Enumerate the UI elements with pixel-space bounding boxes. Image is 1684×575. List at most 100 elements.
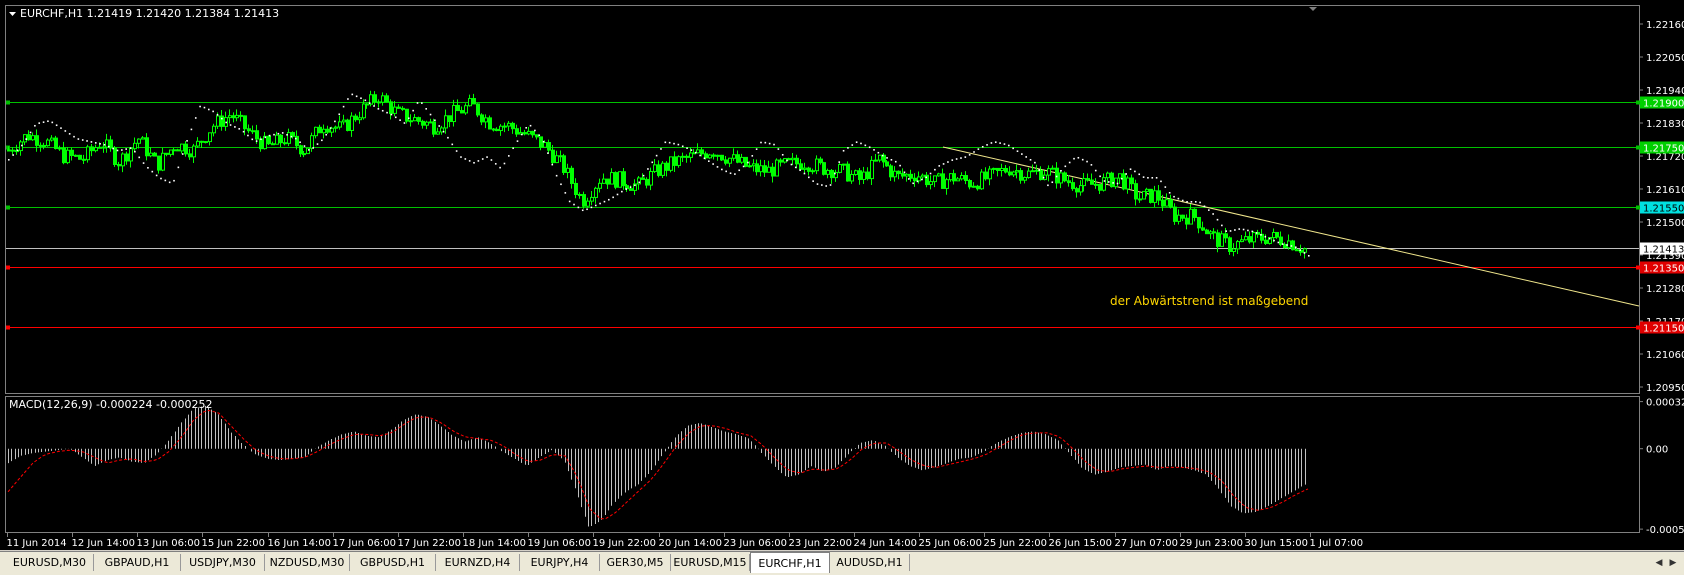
candle-body [1224, 233, 1228, 239]
sar-dot [1277, 241, 1280, 244]
sar-dot [108, 145, 110, 148]
price-level-label: 1.21900 [1643, 99, 1684, 110]
candle-body [791, 157, 795, 161]
candle-body [728, 157, 732, 164]
tab-usdjpy-m30[interactable]: USDJPY,M30 [181, 554, 265, 571]
candle-body [137, 138, 141, 144]
time-tick-label: 24 Jun 14:00 [854, 538, 918, 549]
sar-dot [47, 120, 49, 123]
candle-body [255, 130, 259, 140]
sar-dot [642, 174, 645, 177]
candle-body [464, 105, 468, 114]
scroll-marker-icon[interactable] [1309, 7, 1317, 11]
sar-dot [1116, 182, 1119, 185]
sar-dot [999, 142, 1001, 144]
candle-body [54, 137, 58, 150]
chart-area[interactable]: 1.22160 1.22050 1.21940 1.21830 1.21720 1.216… [0, 0, 1684, 550]
sar-dot [468, 160, 471, 162]
candle-body [1063, 172, 1067, 182]
tab-eurusd-m30[interactable]: EURUSD,M30 [6, 554, 94, 571]
candle-body [653, 164, 657, 173]
sar-dot [121, 149, 123, 151]
chart-canvas[interactable]: 1.221601.220501.219401.218301.217201.216… [0, 0, 1684, 550]
triangle-down-icon[interactable] [9, 12, 16, 16]
sar-dot [560, 183, 562, 186]
line-handle[interactable] [1636, 100, 1640, 105]
tab-ger30-m5[interactable]: GER30,M5 [600, 554, 671, 571]
time-tick-label: 16 Jun 14:00 [268, 538, 332, 549]
candle-body [1090, 179, 1094, 185]
arrow-right-icon[interactable]: ▶ [1666, 556, 1680, 570]
sar-dot [1164, 186, 1167, 188]
sar-dot [960, 157, 962, 159]
tab-gbpaud-h1[interactable]: GBPAUD,H1 [94, 554, 181, 571]
sar-dot [1190, 201, 1193, 203]
candle-body [161, 152, 165, 171]
candle-body [1189, 208, 1193, 225]
sar-dot [590, 206, 593, 209]
line-handle[interactable] [1636, 145, 1640, 150]
line-handle[interactable] [6, 325, 10, 330]
candle-body [117, 163, 121, 167]
price-level-label: 1.21150 [1643, 324, 1684, 335]
candle-body [1142, 190, 1146, 200]
sar-dot [638, 181, 641, 184]
candle-body [1244, 236, 1248, 241]
candle-body [472, 98, 476, 105]
tab-eurnzd-h4[interactable]: EURNZD,H4 [436, 554, 520, 571]
sar-dot [438, 125, 441, 127]
candle-body [346, 119, 350, 131]
tab-eurjpy-h4[interactable]: EURJPY,H4 [520, 554, 600, 571]
candle-body [830, 169, 834, 179]
sar-dot [94, 142, 97, 144]
trend-annotation[interactable]: der Abwärtstrend ist maßgebend [1110, 294, 1308, 308]
candle-body [109, 139, 113, 149]
line-handle[interactable] [6, 205, 10, 210]
candle-body [145, 137, 149, 157]
sar-dot [208, 108, 210, 111]
tab-nzdusd-m30[interactable]: NZDUSD,M30 [265, 554, 350, 571]
tab-audusd-h1[interactable]: AUDUSD,H1 [830, 554, 910, 571]
line-handle[interactable] [6, 100, 10, 105]
sar-dot [399, 119, 401, 121]
candle-body [1008, 171, 1012, 176]
candle-body [1303, 248, 1307, 253]
metatrader-window: 1.22160 1.22050 1.21940 1.21830 1.21720 1.216… [0, 0, 1684, 575]
candle-body [113, 147, 117, 165]
line-handle[interactable] [6, 265, 10, 270]
time-tick-label: 26 Jun 15:00 [1049, 538, 1113, 549]
sar-dot [190, 128, 193, 131]
candle-body [275, 134, 279, 145]
candle-body [1019, 170, 1023, 181]
candle-body [389, 101, 393, 114]
candle-body [228, 115, 232, 119]
tab-eurchf-h1[interactable]: EURCHF,H1 [750, 552, 830, 573]
sar-dot [477, 160, 480, 162]
sar-dot [764, 141, 767, 144]
candle-body [373, 94, 377, 103]
line-handle[interactable] [1636, 265, 1640, 270]
tab-gbpusd-h1[interactable]: GBPUSD,H1 [350, 554, 436, 571]
sar-dot [521, 133, 523, 136]
tab-eurusd-m15[interactable]: EURUSD,M15 [671, 554, 750, 571]
candle-body [121, 153, 125, 167]
sar-dot [1055, 175, 1058, 178]
horizontal-lines[interactable] [6, 100, 1640, 330]
candle-body [956, 178, 960, 182]
candle-body [62, 147, 66, 164]
line-handle[interactable] [1636, 205, 1640, 210]
price-level-label: 1.21350 [1643, 264, 1684, 275]
line-handle[interactable] [1636, 325, 1640, 330]
sar-dot [1016, 150, 1019, 153]
sar-dot [1042, 176, 1045, 179]
candle-body [622, 171, 626, 187]
candle-body [393, 106, 397, 114]
candle-body [1161, 199, 1165, 207]
arrow-left-icon[interactable]: ◀ [1652, 556, 1666, 570]
sar-dot [360, 97, 362, 100]
sar-dot [547, 152, 549, 154]
sar-dot [929, 172, 932, 175]
candle-body [685, 155, 689, 158]
candle-body [216, 115, 220, 127]
sar-dot [260, 138, 262, 141]
